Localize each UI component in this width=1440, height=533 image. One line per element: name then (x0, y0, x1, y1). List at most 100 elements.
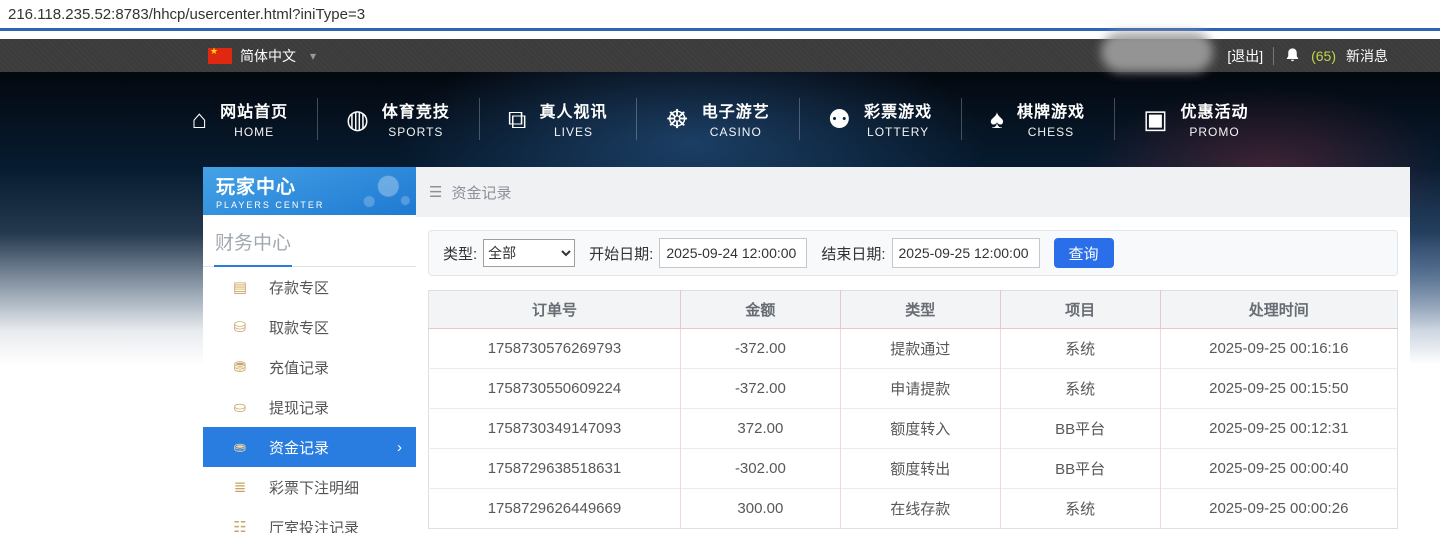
money-bag-icon: ⛃ (233, 359, 247, 376)
end-date-label: 结束日期: (821, 245, 886, 263)
nav-label-zh: 优惠活动 (1180, 104, 1249, 121)
sidebar-item-label: 提现记录 (269, 399, 330, 417)
start-date-label: 开始日期: (589, 245, 654, 263)
sidebar-title: 玩家中心 (216, 177, 297, 198)
table-row: 1758730349147093 372.00 额度转入 BB平台 2025-0… (428, 408, 1398, 449)
cell-project: 系统 (999, 368, 1161, 409)
message-count[interactable]: (65) (1311, 48, 1336, 64)
breadcrumb: ☰ 资金记录 (416, 167, 1410, 217)
cell-process-time: 2025-09-25 00:00:40 (1159, 448, 1398, 489)
sports-ball-icon: ◍ (346, 103, 369, 134)
nav-label-zh: 网站首页 (220, 104, 289, 121)
cell-amount: -372.00 (679, 328, 841, 369)
china-flag-icon: ★ (208, 46, 232, 64)
nav-item-lottery[interactable]: ⚉ 彩票游戏 LOTTERY (798, 89, 961, 149)
table-row: 1758729638518631 -302.00 额度转出 BB平台 2025-… (428, 448, 1398, 489)
cell-type: 在线存款 (839, 488, 1001, 529)
sidebar-item-room-bet-records[interactable]: ☷ 厅室投注记录 (203, 507, 416, 533)
table-row: 1758730576269793 -372.00 提款通过 系统 2025-09… (428, 328, 1398, 369)
table-row: 1758729626449669 300.00 在线存款 系统 2025-09-… (428, 488, 1398, 529)
nav-item-casino[interactable]: ☸ 电子游艺 CASINO (636, 89, 798, 149)
sidebar-item-lottery-bet-details[interactable]: ≣ 彩票下注明细 (203, 467, 416, 507)
end-date-input[interactable] (891, 238, 1040, 268)
cell-order-no: 1758730550609224 (428, 368, 681, 409)
nav-item-home[interactable]: ⌂ 网站首页 HOME (162, 89, 317, 149)
language-label: 简体中文 (240, 47, 296, 64)
list-icon: ☷ (233, 519, 247, 533)
nav-label-zh: 体育竞技 (381, 104, 450, 121)
cell-amount: -372.00 (679, 368, 841, 409)
col-header-project: 项目 (999, 290, 1161, 329)
sidebar-header: 玩家中心 PLAYERS CENTER (203, 167, 416, 215)
start-date-input[interactable] (659, 238, 808, 268)
window-accent-line (0, 28, 1440, 31)
chevron-right-icon: › (397, 438, 402, 456)
language-selector[interactable]: ★ 简体中文 ▾ (208, 46, 316, 66)
cell-type: 额度转出 (839, 448, 1001, 489)
funds-icon: ⛂ (233, 439, 247, 456)
sidebar-item-label: 充值记录 (269, 359, 330, 377)
cell-type: 申请提款 (839, 368, 1001, 409)
type-select[interactable]: 全部 (483, 239, 576, 267)
sidebar-item-label: 取款专区 (269, 319, 330, 337)
cell-order-no: 1758730576269793 (428, 328, 681, 369)
nav-item-lives[interactable]: ⧉ 真人视讯 LIVES (478, 89, 637, 149)
page-title: 资金记录 (451, 184, 512, 202)
search-button[interactable]: 查询 (1053, 238, 1114, 268)
sidebar-item-recharge-records[interactable]: ⛃ 充值记录 (203, 347, 416, 387)
sidebar-item-withdrawal-records[interactable]: ⛀ 提现记录 (203, 387, 416, 427)
messages-link[interactable]: 新消息 (1346, 46, 1388, 66)
nav-label-zh: 彩票游戏 (864, 104, 933, 121)
cell-project: 系统 (999, 488, 1161, 529)
bell-icon[interactable] (1284, 47, 1301, 64)
nav-label-en: CHESS (1027, 125, 1075, 139)
bank-card-icon: ▤ (232, 279, 248, 296)
chevron-down-icon: ▾ (310, 48, 317, 63)
account-topbar: ★ 简体中文 ▾ [退出] (65) 新消息 (0, 32, 1440, 72)
hand-money-icon: ⛁ (233, 319, 247, 336)
table-row: 1758730550609224 -372.00 申请提款 系统 2025-09… (428, 368, 1398, 409)
cell-order-no: 1758729626449669 (428, 488, 681, 529)
nav-label-en: LIVES (553, 125, 593, 139)
cell-amount: 372.00 (679, 408, 841, 449)
playing-cards-icon: ⧉ (507, 103, 527, 134)
sidebar-item-label: 存款专区 (269, 279, 330, 297)
sidebar-section-finance: 财务中心 (203, 215, 416, 267)
main-nav: ⌂ 网站首页 HOME ◍ 体育竞技 SPORTS ⧉ 真人视讯 LIVES ☸ 电子… (0, 72, 1440, 165)
username-redacted-blur (1101, 32, 1214, 72)
cell-project: BB平台 (999, 408, 1161, 449)
col-header-process-time: 处理时间 (1159, 290, 1398, 329)
gift-icon: ▣ (1142, 103, 1168, 134)
cell-project: BB平台 (999, 448, 1161, 489)
sidebar-item-funds-records[interactable]: ⛂ 资金记录 › (203, 427, 416, 467)
table-header-row: 订单号 金额 类型 项目 处理时间 (428, 290, 1398, 329)
cell-amount: 300.00 (679, 488, 841, 529)
type-label: 类型: (443, 245, 478, 263)
cell-process-time: 2025-09-25 00:00:26 (1159, 488, 1398, 529)
sidebar-item-deposit-zone[interactable]: ▤ 存款专区 (203, 267, 416, 307)
sidebar-item-label: 厅室投注记录 (269, 519, 360, 533)
sidebar-item-withdraw-zone[interactable]: ⛁ 取款专区 (203, 307, 416, 347)
nav-item-chess[interactable]: ♠ 棋牌游戏 CHESS (961, 89, 1114, 149)
main-content: ☰ 资金记录 类型: 全部 开始日期: 结束日期: 查询 订单号 金额 类型 项… (416, 167, 1410, 533)
nav-label-en: PROMO (1189, 125, 1240, 139)
cell-amount: -302.00 (679, 448, 841, 489)
cell-order-no: 1758729638518631 (428, 448, 681, 489)
funds-records-table: 订单号 金额 类型 项目 处理时间 1758730576269793 -372.… (428, 290, 1398, 529)
cell-type: 提款通过 (839, 328, 1001, 369)
browser-address-bar[interactable]: 216.118.235.52:8783/hhcp/usercenter.html… (0, 0, 1440, 28)
nav-item-promo[interactable]: ▣ 优惠活动 PROMO (1113, 89, 1278, 149)
hamburger-menu-icon[interactable]: ☰ (429, 183, 442, 201)
document-icon: ≣ (233, 479, 247, 496)
nav-item-sports[interactable]: ◍ 体育竞技 SPORTS (317, 89, 479, 149)
cell-process-time: 2025-09-25 00:15:50 (1159, 368, 1398, 409)
home-icon: ⌂ (191, 103, 208, 134)
nav-label-en: HOME (234, 125, 275, 139)
nav-label-en: LOTTERY (867, 125, 930, 139)
col-header-amount: 金额 (679, 290, 841, 329)
player-center-sidebar: 玩家中心 PLAYERS CENTER 财务中心 ▤ 存款专区 ⛁ 取款专区 ⛃… (203, 167, 416, 533)
divider (1273, 46, 1275, 65)
logout-button[interactable]: [退出] (1227, 46, 1263, 66)
nav-label-zh: 棋牌游戏 (1016, 104, 1085, 121)
sidebar-menu: ▤ 存款专区 ⛁ 取款专区 ⛃ 充值记录 ⛀ 提现记录 ⛂ 资金记录 › ≣ 彩… (203, 267, 416, 533)
